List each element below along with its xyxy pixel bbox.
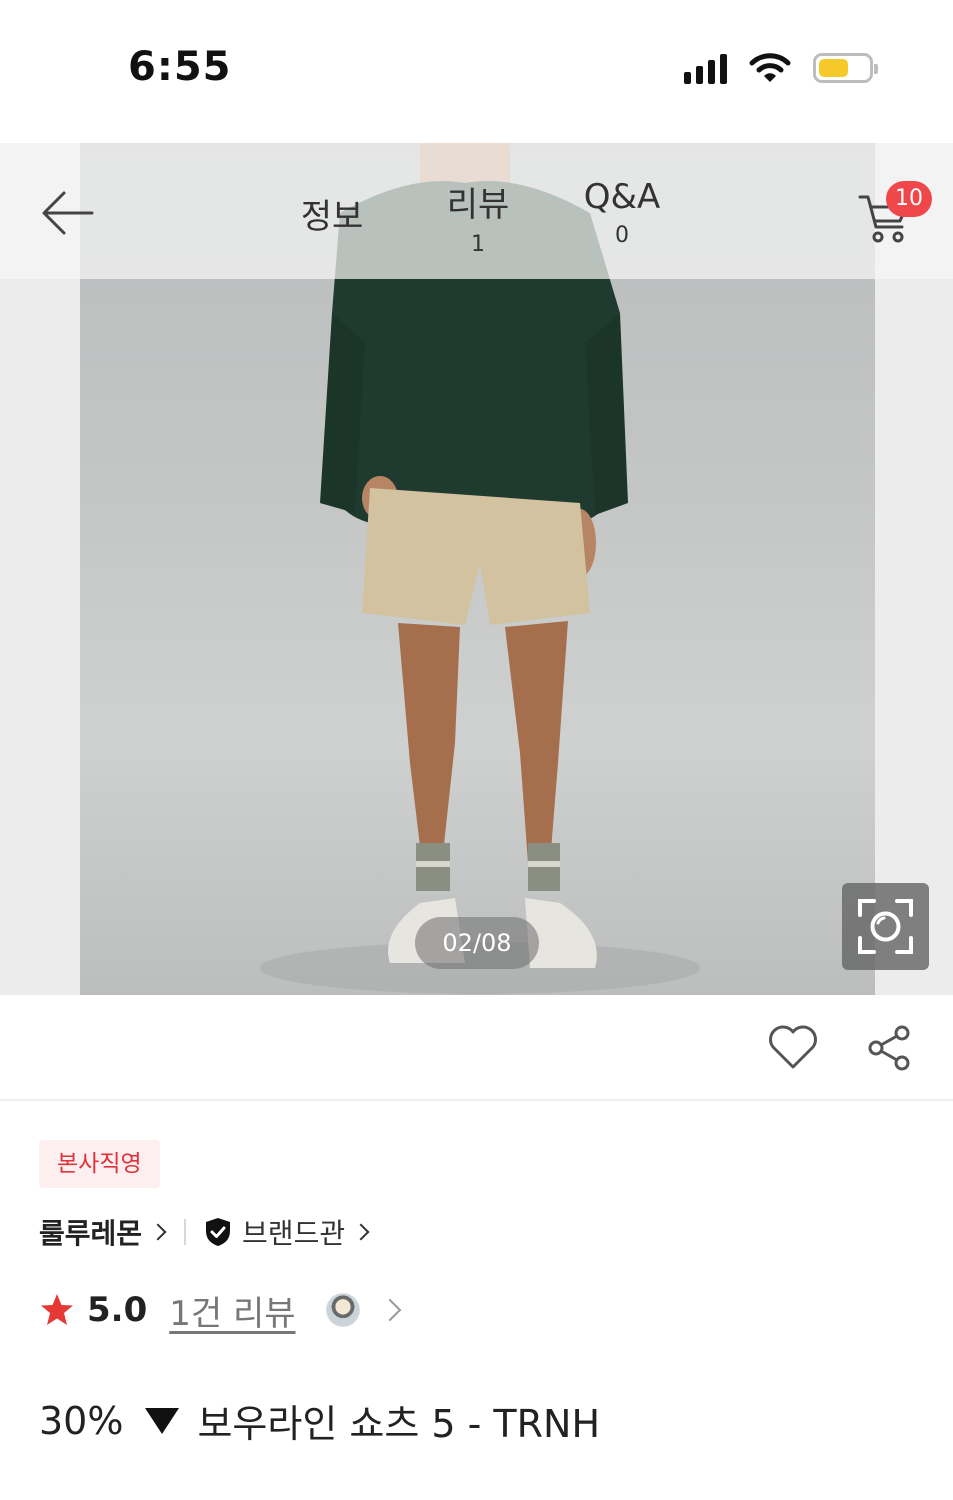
status-bar: 6:55	[0, 0, 953, 143]
brand-name: 룰루레몬	[39, 1217, 143, 1250]
tab-qa-label: Q&A	[583, 177, 661, 217]
tab-qa-count: 0	[615, 223, 629, 248]
tab-qa[interactable]: Q&A 0	[576, 177, 668, 248]
discount-rate: 30%	[39, 1398, 124, 1443]
rating-row: 5.0 1건 리뷰	[39, 1286, 401, 1335]
divider	[184, 1219, 187, 1245]
review-count-link[interactable]: 1건 리뷰	[169, 1286, 295, 1335]
product-action-row	[0, 995, 953, 1101]
share-icon[interactable]	[866, 1023, 914, 1073]
status-icons	[684, 52, 878, 84]
heart-icon[interactable]	[766, 1023, 820, 1071]
image-page-indicator: 02/08	[415, 917, 539, 969]
triangle-down-icon	[145, 1407, 180, 1434]
shield-check-icon	[206, 1218, 231, 1246]
cart-button[interactable]: 10	[852, 181, 942, 247]
chevron-right-icon	[352, 1223, 370, 1241]
top-navigation: 정보 리뷰 1 Q&A 0 10	[0, 143, 953, 279]
tab-review[interactable]: 리뷰 1	[436, 177, 520, 257]
chevron-right-icon[interactable]	[378, 1298, 401, 1322]
reviewer-avatar	[325, 1293, 360, 1327]
battery-icon	[813, 53, 878, 83]
rating-score: 5.0	[87, 1290, 148, 1330]
brand-shop-link[interactable]: 브랜드관	[204, 1212, 370, 1252]
cellular-signal-icon	[684, 52, 727, 84]
battery-level	[819, 59, 848, 77]
product-title-row: 30% 보우라인 쇼츠 5 - TRNH	[39, 1393, 600, 1448]
official-store-badge: 본사직영	[39, 1140, 160, 1188]
arrow-left-icon[interactable]	[36, 185, 100, 241]
product-title: 보우라인 쇼츠 5 - TRNH	[197, 1402, 601, 1446]
star-icon	[41, 1294, 73, 1325]
status-time: 6:55	[128, 44, 232, 90]
wifi-icon	[749, 53, 791, 82]
tab-info[interactable]: 정보	[290, 189, 374, 238]
brand-name-link[interactable]: 룰루레몬	[39, 1212, 167, 1252]
tab-review-label: 리뷰	[446, 185, 510, 225]
tab-info-label: 정보	[300, 197, 364, 237]
chevron-right-icon	[149, 1223, 167, 1241]
cart-count-badge: 10	[886, 181, 932, 217]
brand-shop-label: 브랜드관	[242, 1217, 346, 1250]
brand-row: 룰루레몬 브랜드관	[39, 1212, 370, 1252]
camera-lens-search-icon	[858, 899, 913, 954]
tab-review-count: 1	[471, 232, 485, 257]
lens-search-button[interactable]	[842, 883, 929, 970]
